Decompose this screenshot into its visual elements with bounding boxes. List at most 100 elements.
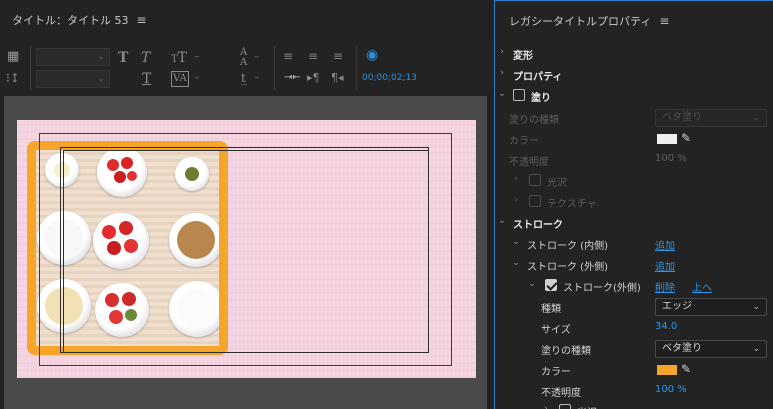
- font-size-icon[interactable]: TT: [171, 51, 187, 67]
- fill-checkbox[interactable]: [513, 89, 525, 101]
- sheen-row[interactable]: › 光沢: [495, 170, 773, 191]
- chevron-down-icon: ⌄: [97, 52, 105, 62]
- chevron-down-icon: ⌄: [97, 74, 105, 84]
- stroke-opacity-row: 不透明度 100 %: [495, 380, 773, 401]
- leading-value-dash: –: [254, 50, 260, 63]
- legacy-title-properties-panel: レガシータイトルプロパティ ≡ › 変形 › プロパティ ⌄ 塗り 塗りの種類 …: [494, 0, 773, 409]
- eyedropper-icon[interactable]: ✎: [681, 131, 691, 145]
- stroke-sheen-row[interactable]: › 光沢: [495, 400, 773, 409]
- stroke-color-row: カラー ✎: [495, 359, 773, 380]
- fill-color-swatch[interactable]: [657, 134, 677, 144]
- section-fill-label: 塗り: [531, 93, 551, 104]
- show-background-video-icon[interactable]: ◉: [366, 48, 378, 62]
- paragraph-left-icon[interactable]: ¶◂: [331, 71, 344, 85]
- eyedropper-icon[interactable]: ✎: [681, 362, 691, 376]
- list-sort-icon[interactable]: ⁝↕: [6, 71, 20, 85]
- timecode[interactable]: 00;00;02;13: [362, 73, 417, 83]
- fill-opacity-label: 不透明度: [509, 157, 549, 168]
- outer-stroke-item-row[interactable]: ⌄ ストローク(外側) 削除 上へ: [495, 275, 773, 296]
- title-panel: タイトル：タイトル 53 ≡ ▦ ⁝↕ ⌄ ⌄ T T T TT – VA – …: [0, 0, 490, 409]
- bold-icon[interactable]: T: [118, 51, 128, 65]
- underline-icon[interactable]: T: [142, 72, 151, 86]
- chevron-right-icon: ›: [514, 195, 518, 205]
- stroke-sheen-label: 光沢: [577, 404, 597, 409]
- stroke-size-value[interactable]: 34.0: [655, 321, 677, 332]
- inner-stroke-add-link[interactable]: 追加: [655, 237, 675, 252]
- align-right-icon[interactable]: ≡: [333, 49, 343, 63]
- film-strip-icon[interactable]: ▦: [7, 50, 19, 64]
- section-fill[interactable]: ⌄ 塗り: [495, 85, 773, 106]
- chevron-down-icon: ⌄: [752, 344, 760, 354]
- stroke-type-select[interactable]: エッジ ⌄: [655, 298, 767, 316]
- delete-stroke-link[interactable]: 削除: [655, 279, 675, 294]
- section-properties[interactable]: › プロパティ: [495, 64, 773, 85]
- outer-stroke-checkbox[interactable]: [545, 279, 557, 291]
- stroke-color-label: カラー: [541, 367, 571, 378]
- hamburger-menu-icon[interactable]: ≡: [137, 13, 147, 27]
- align-left-icon[interactable]: ≡: [283, 49, 293, 63]
- outer-stroke-item-label: ストローク(外側): [563, 283, 641, 294]
- stroke-sheen-checkbox[interactable]: [559, 404, 571, 409]
- properties-panel-title: レガシータイトルプロパティ: [509, 15, 652, 28]
- outer-stroke-add-link[interactable]: 追加: [655, 258, 675, 273]
- stroke-type-label: 種類: [541, 304, 561, 315]
- tab-stops-icon[interactable]: ⇥⇤: [284, 71, 301, 85]
- chevron-right-icon: ›: [500, 47, 504, 57]
- paragraph-right-icon[interactable]: ▸¶: [307, 71, 320, 85]
- texture-label: テクスチャ: [547, 199, 597, 210]
- stroke-opacity-value[interactable]: 100 %: [655, 384, 687, 395]
- chevron-right-icon: ›: [544, 404, 548, 409]
- texture-checkbox[interactable]: [529, 195, 541, 207]
- stroke-color-swatch[interactable]: [657, 365, 677, 375]
- section-transform[interactable]: › 変形: [495, 43, 773, 64]
- fill-type-select[interactable]: ベタ塗り ⌄: [655, 109, 767, 127]
- outer-strokes-row[interactable]: ⌄ ストローク (外側) 追加: [495, 254, 773, 275]
- text-box-outline[interactable]: [63, 150, 429, 353]
- title-toolbar: ▦ ⁝↕ ⌄ ⌄ T T T TT – VA – AA – t̲ – ≡ ≡ ≡…: [0, 40, 490, 92]
- sheen-label: 光沢: [547, 178, 567, 189]
- move-up-link[interactable]: 上へ: [692, 279, 712, 294]
- stroke-opacity-label: 不透明度: [541, 388, 581, 399]
- fill-type-value: ベタ塗り: [662, 112, 702, 123]
- chevron-down-icon: ⌄: [752, 113, 760, 123]
- stroke-fill-type-select[interactable]: ベタ塗り ⌄: [655, 340, 767, 358]
- chevron-down-icon: ⌄: [498, 89, 506, 99]
- inner-strokes-row[interactable]: ⌄ ストローク (内側) 追加: [495, 233, 773, 254]
- stroke-size-row: サイズ 34.0: [495, 317, 773, 338]
- fill-opacity-row: 不透明度 100 %: [495, 149, 773, 170]
- stroke-fill-type-label: 塗りの種類: [541, 346, 591, 357]
- section-strokes[interactable]: ⌄ ストローク: [495, 212, 773, 233]
- chevron-down-icon: ⌄: [528, 279, 536, 289]
- fill-opacity-value[interactable]: 100 %: [655, 153, 687, 164]
- stroke-size-label: サイズ: [541, 325, 571, 336]
- section-strokes-label: ストローク: [513, 220, 563, 231]
- align-center-icon[interactable]: ≡: [308, 49, 318, 63]
- fill-color-row: カラー ✎: [495, 128, 773, 149]
- hamburger-menu-icon[interactable]: ≡: [659, 14, 669, 28]
- tracking-icon[interactable]: t̲: [241, 71, 246, 85]
- stroke-fill-type-row: 塗りの種類 ベタ塗り ⌄: [495, 338, 773, 359]
- font-size-value-dash: –: [194, 50, 200, 63]
- fill-type-row: 塗りの種類 ベタ塗り ⌄: [495, 107, 773, 128]
- title-canvas-area: [4, 96, 487, 409]
- stroke-type-value: エッジ: [662, 301, 692, 312]
- stroke-fill-type-value: ベタ塗り: [662, 343, 702, 354]
- chevron-down-icon: ⌄: [498, 216, 506, 226]
- title-panel-header: タイトル：タイトル 53 ≡: [0, 0, 489, 40]
- inner-strokes-label: ストローク (内側): [527, 241, 608, 252]
- section-properties-label: プロパティ: [513, 72, 563, 83]
- chevron-down-icon: ⌄: [512, 258, 520, 268]
- chevron-down-icon: ⌄: [752, 302, 760, 312]
- sheen-checkbox[interactable]: [529, 174, 541, 186]
- chevron-right-icon: ›: [514, 174, 518, 184]
- kerning-value-dash: –: [194, 71, 200, 84]
- stroke-type-row: 種類 エッジ ⌄: [495, 296, 773, 317]
- title-frame[interactable]: [17, 120, 476, 378]
- italic-icon[interactable]: T: [141, 51, 150, 65]
- properties-panel-header: レガシータイトルプロパティ ≡: [495, 1, 773, 41]
- title-panel-title: タイトル：タイトル 53: [12, 14, 129, 27]
- chevron-down-icon: ⌄: [512, 237, 520, 247]
- kerning-icon[interactable]: VA: [171, 71, 189, 87]
- leading-icon[interactable]: AA: [240, 48, 247, 68]
- texture-row[interactable]: › テクスチャ: [495, 191, 773, 212]
